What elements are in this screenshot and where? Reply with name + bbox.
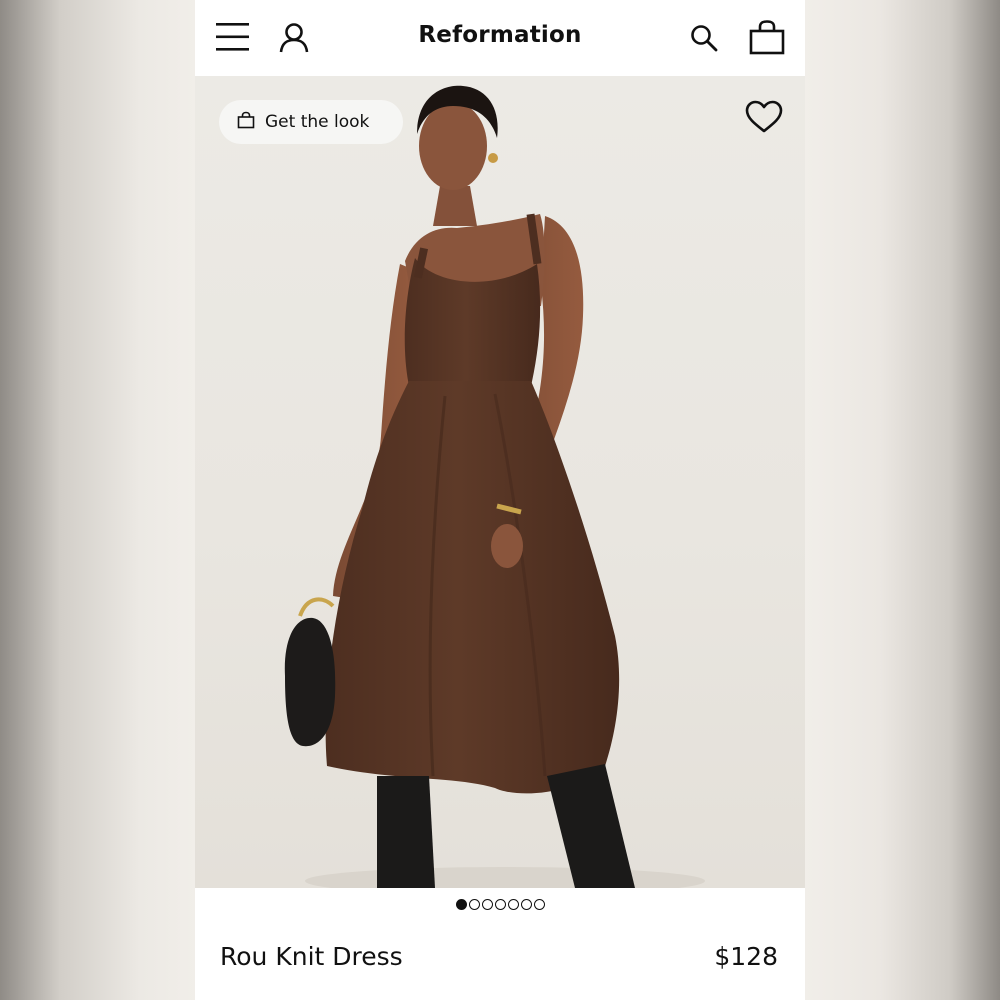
product-image[interactable]: Get the look	[195, 76, 805, 888]
carousel-dot[interactable]	[468, 899, 480, 910]
bag-icon[interactable]	[749, 20, 785, 61]
shopping-bag-icon	[237, 111, 255, 134]
carousel-indicators	[195, 899, 805, 915]
carousel-dot[interactable]	[533, 899, 545, 910]
search-icon[interactable]	[690, 24, 718, 57]
carousel-dot[interactable]	[455, 899, 467, 910]
model-photo	[284, 85, 705, 888]
get-the-look-label: Get the look	[265, 112, 370, 132]
product-page: Reformation Get the look Rou Knit Dress …	[195, 0, 805, 1000]
carousel-dot[interactable]	[481, 899, 493, 910]
carousel-dot[interactable]	[507, 899, 519, 910]
product-price: $128	[714, 942, 778, 971]
product-name: Rou Knit Dress	[220, 942, 403, 971]
carousel-dot[interactable]	[494, 899, 506, 910]
carousel-dot[interactable]	[520, 899, 532, 910]
top-navigation-bar: Reformation	[195, 0, 805, 76]
get-the-look-button[interactable]: Get the look	[219, 100, 403, 144]
heart-icon[interactable]	[745, 100, 783, 139]
